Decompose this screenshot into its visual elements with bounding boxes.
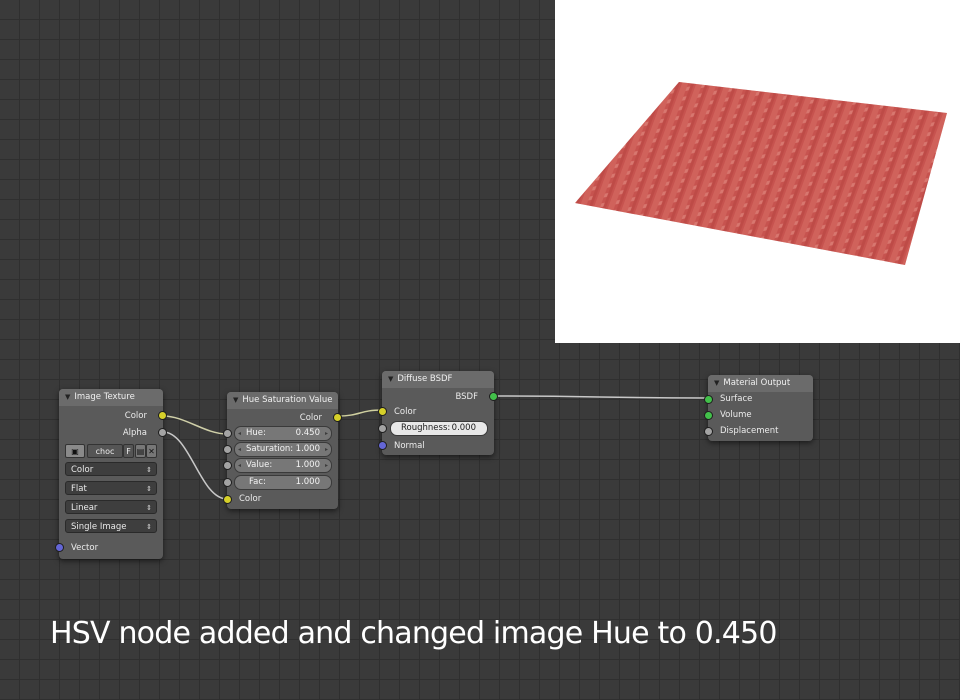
source-select[interactable]: Single Image ⇕ <box>65 519 157 533</box>
input-vector-socket[interactable] <box>55 543 64 552</box>
output-color-label: Color <box>124 411 147 421</box>
link-image-alpha-to-hsv-color <box>162 431 228 500</box>
rendered-plane-image <box>575 82 947 265</box>
caption-text: HSV node added and changed image Hue to … <box>50 616 777 651</box>
input-normal-label: Normal <box>394 441 425 451</box>
value-field[interactable]: ◂ Value: 1.000 ▸ <box>234 458 332 473</box>
node-title: Material Output <box>723 378 791 388</box>
input-color-socket[interactable] <box>223 495 232 504</box>
saturation-value: 1.000 <box>295 444 320 454</box>
node-title: Image Texture <box>74 392 135 402</box>
render-preview <box>555 0 960 343</box>
output-color-socket[interactable] <box>158 411 167 420</box>
arrow-left-icon[interactable]: ◂ <box>238 443 241 456</box>
material-output-header[interactable]: ▼ Material Output <box>708 375 813 392</box>
interpolation-value: Linear <box>71 503 98 513</box>
input-color-socket[interactable] <box>378 407 387 416</box>
input-normal-socket[interactable] <box>378 441 387 450</box>
input-volume-label: Volume <box>720 410 752 420</box>
projection-select[interactable]: Flat ⇕ <box>65 481 157 495</box>
link-hsv-to-diffuse <box>337 409 383 417</box>
output-color-label: Color <box>299 413 322 423</box>
input-displacement-socket[interactable] <box>704 427 713 436</box>
material-output-node[interactable]: ▼ Material Output Surface Volume Displace… <box>704 375 813 441</box>
source-value: Single Image <box>71 522 127 532</box>
value-value: 1.000 <box>295 460 320 470</box>
fake-user-button[interactable]: F <box>123 444 134 458</box>
collapse-triangle-icon[interactable]: ▼ <box>388 375 393 383</box>
image-name-field[interactable]: choc <box>87 444 123 458</box>
input-color-label: Color <box>394 407 417 417</box>
image-texture-node[interactable]: ▼ Image Texture Color Alpha ▣ choc F ▤ ✕ … <box>55 389 167 559</box>
output-color-socket[interactable] <box>333 413 342 422</box>
diffuse-header[interactable]: ▼ Diffuse BSDF <box>382 371 494 388</box>
saturation-field[interactable]: ◂ Saturation: 1.000 ▸ <box>234 442 332 457</box>
collapse-triangle-icon[interactable]: ▼ <box>714 379 719 387</box>
arrow-right-icon[interactable]: ▸ <box>325 459 328 472</box>
node-title: Hue Saturation Value <box>242 395 333 405</box>
image-texture-header[interactable]: ▼ Image Texture <box>59 389 163 406</box>
hue-saturation-value-node[interactable]: ▼ Hue Saturation Value Color ◂ Hue: 0.450 ▸ … <box>223 392 342 509</box>
roughness-label: Roughness: <box>401 423 451 433</box>
input-value-socket[interactable] <box>223 461 232 470</box>
open-folder-icon[interactable]: ▤ <box>135 444 146 458</box>
input-color-label: Color <box>239 494 262 504</box>
collapse-triangle-icon[interactable]: ▼ <box>65 393 70 401</box>
output-alpha-socket[interactable] <box>158 428 167 437</box>
arrow-right-icon[interactable]: ▸ <box>325 427 328 440</box>
diffuse-bsdf-node[interactable]: ▼ Diffuse BSDF BSDF Color Roughness: 0.000… <box>378 371 498 455</box>
input-surface-label: Surface <box>720 394 753 404</box>
fac-label: Fac: <box>249 477 266 487</box>
arrow-left-icon[interactable]: ◂ <box>238 459 241 472</box>
hue-field[interactable]: ◂ Hue: 0.450 ▸ <box>234 426 332 441</box>
updown-icon: ⇕ <box>146 485 152 493</box>
image-browse-icon[interactable]: ▣ <box>65 444 85 458</box>
saturation-label: Saturation: <box>246 444 294 454</box>
input-fac-socket[interactable] <box>223 478 232 487</box>
fac-value: 1.000 <box>295 477 320 487</box>
input-volume-socket[interactable] <box>704 411 713 420</box>
color-space-select[interactable]: Color ⇕ <box>65 462 157 476</box>
collapse-triangle-icon[interactable]: ▼ <box>233 396 238 404</box>
input-displacement-label: Displacement <box>720 426 779 436</box>
roughness-field[interactable]: Roughness: 0.000 <box>390 421 488 436</box>
input-saturation-socket[interactable] <box>223 445 232 454</box>
arrow-left-icon[interactable]: ◂ <box>238 427 241 440</box>
updown-icon: ⇕ <box>146 466 152 474</box>
roughness-value: 0.000 <box>451 423 476 433</box>
output-alpha-label: Alpha <box>122 428 147 438</box>
arrow-right-icon[interactable]: ▸ <box>325 443 328 456</box>
link-diffuse-to-output <box>493 395 709 399</box>
hue-label: Hue: <box>246 428 266 438</box>
fac-field[interactable]: Fac: 1.000 <box>234 475 332 490</box>
color-space-value: Color <box>71 465 94 475</box>
input-vector-label: Vector <box>71 543 99 553</box>
input-roughness-socket[interactable] <box>378 424 387 433</box>
output-bsdf-label: BSDF <box>455 392 478 402</box>
hsv-header[interactable]: ▼ Hue Saturation Value <box>227 392 338 409</box>
updown-icon: ⇕ <box>146 504 152 512</box>
projection-value: Flat <box>71 484 87 494</box>
node-title: Diffuse BSDF <box>397 374 453 384</box>
link-image-color-to-hue <box>162 415 228 435</box>
output-bsdf-socket[interactable] <box>489 392 498 401</box>
interpolation-select[interactable]: Linear ⇕ <box>65 500 157 514</box>
updown-icon: ⇕ <box>146 523 152 531</box>
unlink-x-icon[interactable]: ✕ <box>146 444 157 458</box>
hue-value: 0.450 <box>295 428 320 438</box>
input-hue-socket[interactable] <box>223 429 232 438</box>
image-selector[interactable]: ▣ choc F ▤ ✕ <box>65 444 157 458</box>
value-label: Value: <box>246 460 273 470</box>
input-surface-socket[interactable] <box>704 395 713 404</box>
